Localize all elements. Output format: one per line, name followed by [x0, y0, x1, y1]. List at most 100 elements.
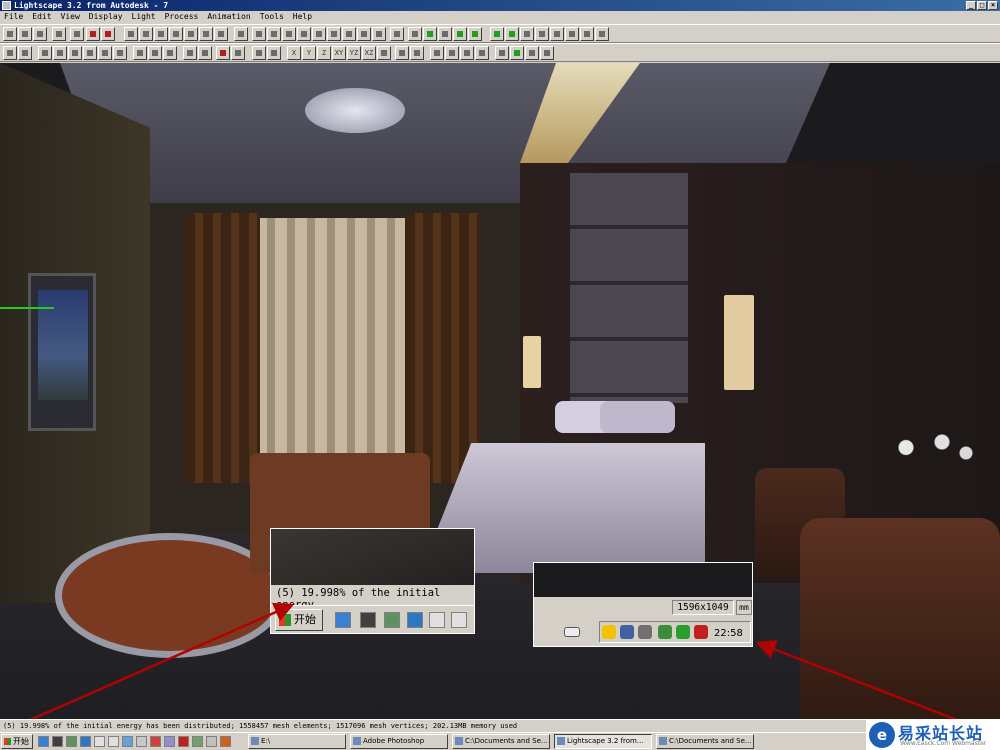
- network-icon[interactable]: [620, 625, 634, 639]
- add-light-icon[interactable]: [216, 46, 230, 60]
- maximize-icon[interactable]: □: [977, 1, 987, 10]
- quicklaunch-icon[interactable]: [122, 736, 133, 747]
- menu-display[interactable]: Display: [89, 11, 123, 23]
- tool-icon[interactable]: [510, 46, 524, 60]
- zoom-out-icon[interactable]: [282, 27, 296, 41]
- select-icon[interactable]: [124, 27, 138, 41]
- app-icon[interactable]: [2, 1, 11, 10]
- print-icon[interactable]: [70, 27, 84, 41]
- tool-icon[interactable]: [540, 46, 554, 60]
- tool-icon[interactable]: [139, 27, 153, 41]
- task-documents[interactable]: C:\Documents and Se...: [452, 734, 550, 749]
- layer-icon[interactable]: [520, 27, 534, 41]
- title-bar[interactable]: Lightscape 3.2 from Autodesk - 7 _ □ ×: [0, 0, 1000, 11]
- menu-light[interactable]: Light: [132, 11, 156, 23]
- solid-icon[interactable]: [453, 27, 467, 41]
- tool-icon[interactable]: [154, 27, 168, 41]
- menu-file[interactable]: File: [4, 11, 23, 23]
- quicklaunch-icon[interactable]: [206, 736, 217, 747]
- zoom-in-icon[interactable]: [267, 27, 281, 41]
- undo-icon[interactable]: [52, 27, 66, 41]
- menu-edit[interactable]: Edit: [32, 11, 51, 23]
- quicklaunch-icon[interactable]: [94, 736, 105, 747]
- save-icon[interactable]: [33, 27, 47, 41]
- tool-icon[interactable]: [38, 46, 52, 60]
- quicklaunch-icon[interactable]: [108, 736, 119, 747]
- shield-icon[interactable]: [694, 625, 708, 639]
- zoom-start-button[interactable]: 开始: [275, 609, 323, 631]
- tool-icon[interactable]: [148, 46, 162, 60]
- task-photoshop[interactable]: Adobe Photoshop: [350, 734, 448, 749]
- tool-icon[interactable]: [98, 46, 112, 60]
- render-icon[interactable]: [234, 27, 248, 41]
- quicklaunch-icon[interactable]: [192, 736, 203, 747]
- axis-xz-button[interactable]: XZ: [362, 46, 376, 60]
- arrow-up-icon[interactable]: [676, 625, 690, 639]
- context-help-icon[interactable]: [101, 27, 115, 41]
- open-file-icon[interactable]: [18, 27, 32, 41]
- process-icon[interactable]: [490, 27, 504, 41]
- rotate-icon[interactable]: [252, 46, 266, 60]
- tool-icon[interactable]: [395, 46, 409, 60]
- target-icon[interactable]: [565, 27, 579, 41]
- pointer-icon[interactable]: [3, 46, 17, 60]
- tool-icon[interactable]: [475, 46, 489, 60]
- tool-icon[interactable]: [445, 46, 459, 60]
- start-button[interactable]: 开始: [1, 734, 33, 749]
- tool-icon[interactable]: [53, 46, 67, 60]
- axis-xy-button[interactable]: XY: [332, 46, 346, 60]
- quicklaunch-icon[interactable]: [220, 736, 231, 747]
- menu-view[interactable]: View: [61, 11, 80, 23]
- menu-help[interactable]: Help: [293, 11, 312, 23]
- tool-icon[interactable]: [198, 46, 212, 60]
- tool-icon[interactable]: [18, 46, 32, 60]
- quicklaunch-icon[interactable]: [164, 736, 175, 747]
- shaded-icon[interactable]: [423, 27, 437, 41]
- tool-icon[interactable]: [495, 46, 509, 60]
- qq-icon[interactable]: [602, 625, 616, 639]
- tool-icon[interactable]: [199, 27, 213, 41]
- ie-icon[interactable]: [335, 612, 351, 628]
- render-viewport[interactable]: [0, 63, 1000, 719]
- orbit-icon[interactable]: [312, 27, 326, 41]
- tool-icon[interactable]: [169, 27, 183, 41]
- tool-icon[interactable]: [183, 46, 197, 60]
- textured-icon[interactable]: [468, 27, 482, 41]
- task-explorer[interactable]: E:\: [248, 734, 346, 749]
- quicklaunch-icon[interactable]: [66, 736, 77, 747]
- app-shortcut-icon[interactable]: [451, 612, 467, 628]
- wireframe-icon[interactable]: [408, 27, 422, 41]
- camera-app-icon[interactable]: [429, 612, 445, 628]
- quicklaunch-icon[interactable]: [80, 736, 91, 747]
- tool-icon[interactable]: [184, 27, 198, 41]
- tool-icon[interactable]: [377, 46, 391, 60]
- quicklaunch-icon[interactable]: [136, 736, 147, 747]
- view-icon[interactable]: [390, 27, 404, 41]
- new-file-icon[interactable]: [3, 27, 17, 41]
- quicklaunch-icon[interactable]: [38, 736, 49, 747]
- help-icon[interactable]: [86, 27, 100, 41]
- axis-x-button[interactable]: X: [287, 46, 301, 60]
- tool-icon[interactable]: [460, 46, 474, 60]
- keyboard-icon[interactable]: [564, 627, 580, 637]
- axis-y-button[interactable]: Y: [302, 46, 316, 60]
- mesh-icon[interactable]: [505, 27, 519, 41]
- tool-icon[interactable]: [430, 46, 444, 60]
- window-icon[interactable]: [580, 27, 594, 41]
- grid-icon[interactable]: [550, 27, 564, 41]
- quicklaunch-icon[interactable]: [178, 736, 189, 747]
- view-icon[interactable]: [372, 27, 386, 41]
- menu-tools[interactable]: Tools: [260, 11, 284, 23]
- volume-icon[interactable]: [638, 625, 652, 639]
- media-icon[interactable]: [360, 612, 376, 628]
- task-lightscape[interactable]: Lightscape 3.2 from...: [554, 734, 652, 749]
- tool-icon[interactable]: [525, 46, 539, 60]
- pen-icon[interactable]: [535, 27, 549, 41]
- task-documents[interactable]: C:\Documents and Se...: [656, 734, 754, 749]
- axis-yz-button[interactable]: YZ: [347, 46, 361, 60]
- axis-z-button[interactable]: Z: [317, 46, 331, 60]
- tool-icon[interactable]: [163, 46, 177, 60]
- pan-icon[interactable]: [297, 27, 311, 41]
- desktop-icon[interactable]: [384, 612, 400, 628]
- light-icon[interactable]: [231, 46, 245, 60]
